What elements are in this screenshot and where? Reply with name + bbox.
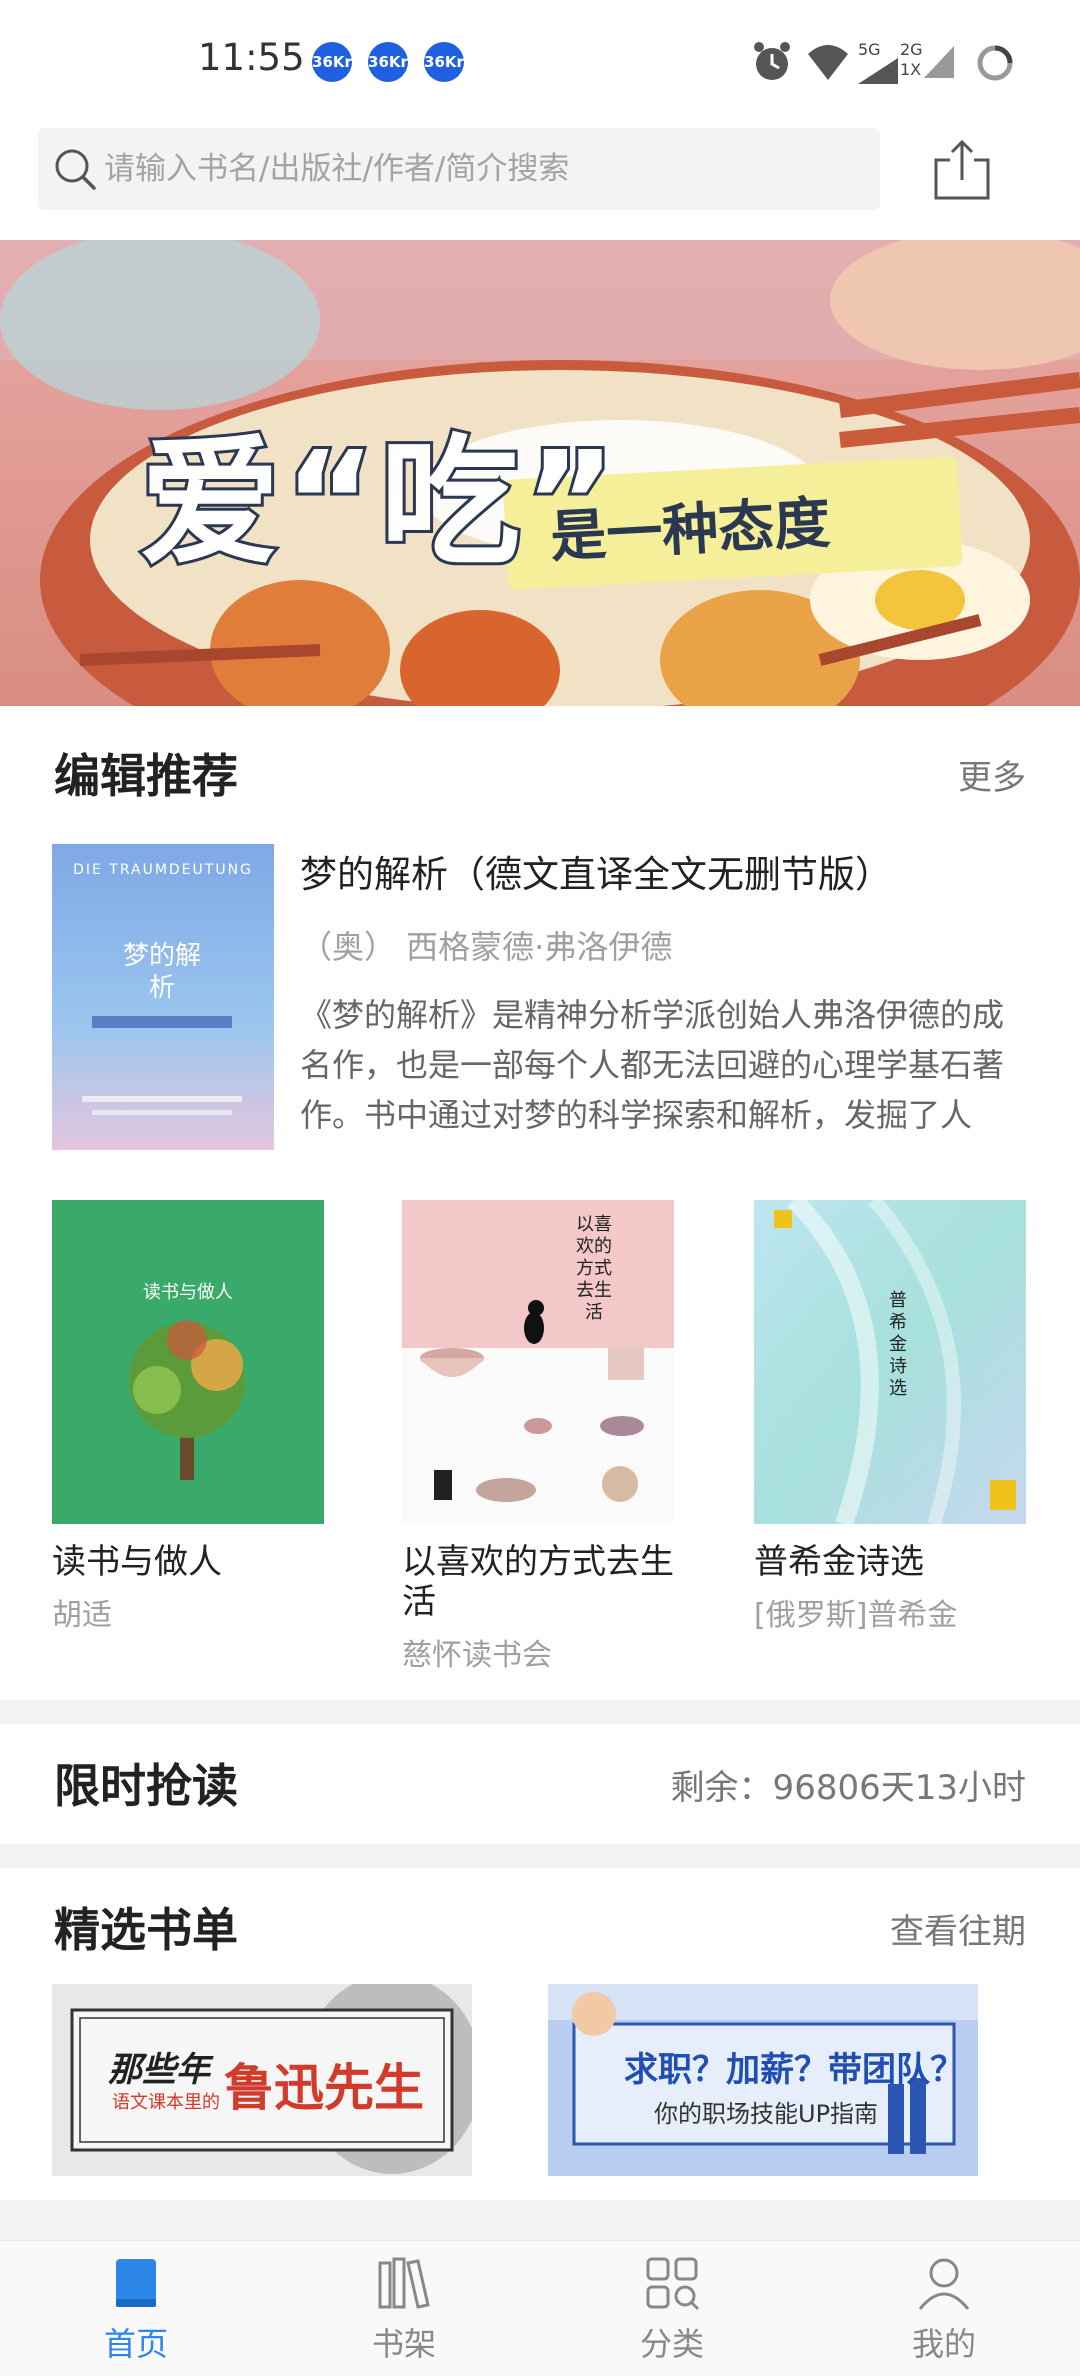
booklist-text: 语文课本里的 <box>112 2092 220 2113</box>
book-author: 慈怀读书会 <box>402 1638 552 1673</box>
book-card[interactable]: 普希金诗选 普希金诗选 [俄罗斯]普希金 <box>754 1200 1034 1634</box>
banner-subtitle: 是一种态度 <box>548 490 832 571</box>
notification-badge: 36Kr <box>368 42 408 82</box>
booklist-text: 求职？加薪？带团队？ <box>624 2050 964 2090</box>
section-divider <box>0 1844 1080 1868</box>
booklist-card[interactable]: 求职？加薪？带团队？ 你的职场技能UP指南 <box>548 1984 978 2176</box>
book-title: 普希金诗选 <box>754 1542 924 1582</box>
banner-title: 爱“吃” <box>137 419 621 588</box>
signal-icon <box>924 46 954 78</box>
booklist-text: 鲁迅先生 <box>224 2059 424 2117</box>
battery-icon <box>977 45 1013 81</box>
network-5g-label: 5G <box>858 40 881 59</box>
section-title: 精选书单 <box>54 1903 238 1957</box>
status-bar: 11:55 36Kr 36Kr 36Kr 5G 2G 1X <box>0 0 1080 120</box>
flash-read-section[interactable]: 限时抢读 剩余：96806天13小时 <box>0 1726 1080 1842</box>
book-author: （奥） 西格蒙德·弗洛伊德 <box>300 928 673 966</box>
view-past-link[interactable]: 查看往期 <box>890 1904 1026 1953</box>
countdown-text: 剩余：96806天13小时 <box>670 1768 1026 1808</box>
share-icon[interactable] <box>930 138 994 202</box>
booklist-card[interactable]: 那些年 语文课本里的 鲁迅先生 <box>52 1984 472 2176</box>
nav-label: 书架 <box>371 2325 436 2363</box>
book-title: 以喜欢的方式去生活 <box>402 1542 674 1622</box>
cover-title: 梦的解析 <box>122 941 201 1003</box>
book-cover: 读书与做人 <box>52 1200 324 1524</box>
book-description: 《梦的解析》是精神分析学派创始人弗洛伊德的成名作，也是一部每个人都无法回避的心理… <box>300 996 1005 1134</box>
book-title: 读书与做人 <box>52 1542 222 1582</box>
wifi-icon <box>808 45 848 80</box>
signal-icon <box>858 58 898 84</box>
section-divider <box>0 2200 1080 2240</box>
search-row <box>0 120 1080 240</box>
cover-text: DIE TRAUMDEUTUNG <box>73 862 253 878</box>
search-icon <box>55 149 96 190</box>
promo-banner[interactable]: 爱“吃” 是一种态度 <box>0 240 1080 706</box>
book-cover: DIE TRAUMDEUTUNG 梦的解析 <box>52 844 274 1150</box>
network-2g-label: 2G <box>900 40 923 59</box>
nav-label: 分类 <box>639 2325 704 2363</box>
bottom-nav: 首页 书架 分类 我的 <box>0 2240 1080 2376</box>
booklists-header: 精选书单 查看往期 <box>0 1870 1080 1970</box>
book-title: 梦的解析（德文直译全文无删节版） <box>300 853 892 896</box>
book-card[interactable]: 以喜欢的方式去生活 以喜欢的方式去生活 慈怀读书会 <box>402 1200 682 1674</box>
nav-label: 首页 <box>103 2325 168 2363</box>
nav-profile[interactable]: 我的 <box>864 2241 1024 2376</box>
section-divider <box>0 1700 1080 1724</box>
book-card[interactable]: 读书与做人 读书与做人 胡适 <box>52 1200 332 1634</box>
notification-badge: 36Kr <box>312 42 352 82</box>
more-link[interactable]: 更多 <box>958 750 1026 799</box>
featured-book[interactable]: DIE TRAUMDEUTUNG 梦的解析 梦的解析（德文直译全文无删节版） （… <box>0 830 1080 1150</box>
network-1x-label: 1X <box>900 60 922 79</box>
booklist-text: 你的职场技能UP指南 <box>654 2100 879 2128</box>
notification-badge: 36Kr <box>424 42 464 82</box>
search-input[interactable] <box>104 128 864 210</box>
nav-bookshelf[interactable]: 书架 <box>324 2241 484 2376</box>
booklist-text: 那些年 <box>108 2050 210 2090</box>
book-cover: 普希金诗选 <box>754 1200 1026 1524</box>
editor-picks-header: 编辑推荐 更多 <box>0 716 1080 816</box>
cover-text: 以喜欢的方式去生活 <box>576 1214 612 1323</box>
search-box[interactable] <box>38 128 880 210</box>
alarm-icon <box>754 42 790 80</box>
user-icon <box>918 2258 970 2310</box>
cover-text: 读书与做人 <box>143 1282 233 1303</box>
cover-text: 普希金诗选 <box>889 1290 907 1399</box>
book-icon <box>116 2259 156 2307</box>
section-title: 编辑推荐 <box>54 749 238 803</box>
book-author: 胡适 <box>52 1598 112 1633</box>
book-cover: 以喜欢的方式去生活 <box>402 1200 674 1524</box>
nav-category[interactable]: 分类 <box>592 2241 752 2376</box>
nav-home[interactable]: 首页 <box>56 2241 216 2376</box>
status-time: 11:55 <box>198 36 305 79</box>
bookshelf-icon <box>378 2257 430 2309</box>
category-grid-icon <box>646 2257 700 2311</box>
section-title: 限时抢读 <box>54 1759 238 1813</box>
book-author: [俄罗斯]普希金 <box>754 1598 958 1633</box>
nav-label: 我的 <box>911 2325 976 2363</box>
